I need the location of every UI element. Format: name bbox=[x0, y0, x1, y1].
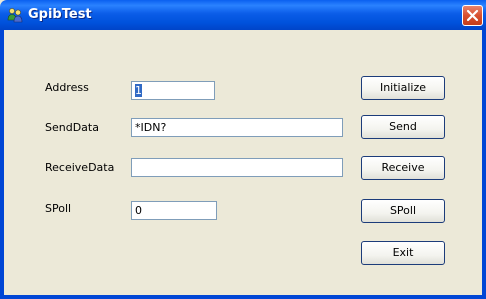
receive-button[interactable]: Receive bbox=[361, 156, 445, 180]
window-frame-right bbox=[482, 30, 486, 299]
spoll-label: SPoll bbox=[45, 202, 72, 215]
close-button[interactable] bbox=[462, 5, 483, 26]
window-frame-left bbox=[0, 30, 4, 299]
receivedata-input[interactable] bbox=[131, 158, 343, 177]
address-label: Address bbox=[45, 81, 89, 94]
initialize-button[interactable]: Initialize bbox=[361, 76, 445, 100]
exit-button[interactable]: Exit bbox=[361, 241, 445, 265]
gpibtest-window: GpibTest Address 1 SendData *IDN? Receiv… bbox=[0, 0, 486, 299]
senddata-label: SendData bbox=[45, 121, 99, 134]
receivedata-label: ReceiveData bbox=[45, 161, 115, 174]
senddata-input[interactable]: *IDN? bbox=[131, 118, 343, 137]
address-value: 1 bbox=[135, 84, 142, 97]
window-frame-bottom bbox=[0, 295, 486, 299]
people-icon bbox=[7, 7, 23, 23]
send-button[interactable]: Send bbox=[361, 115, 445, 139]
spoll-input[interactable]: 0 bbox=[131, 201, 217, 220]
address-input[interactable]: 1 bbox=[131, 81, 215, 100]
spoll-button[interactable]: SPoll bbox=[361, 199, 445, 223]
title-bar[interactable]: GpibTest bbox=[0, 0, 486, 30]
close-icon bbox=[466, 9, 479, 22]
window-title: GpibTest bbox=[28, 7, 92, 22]
